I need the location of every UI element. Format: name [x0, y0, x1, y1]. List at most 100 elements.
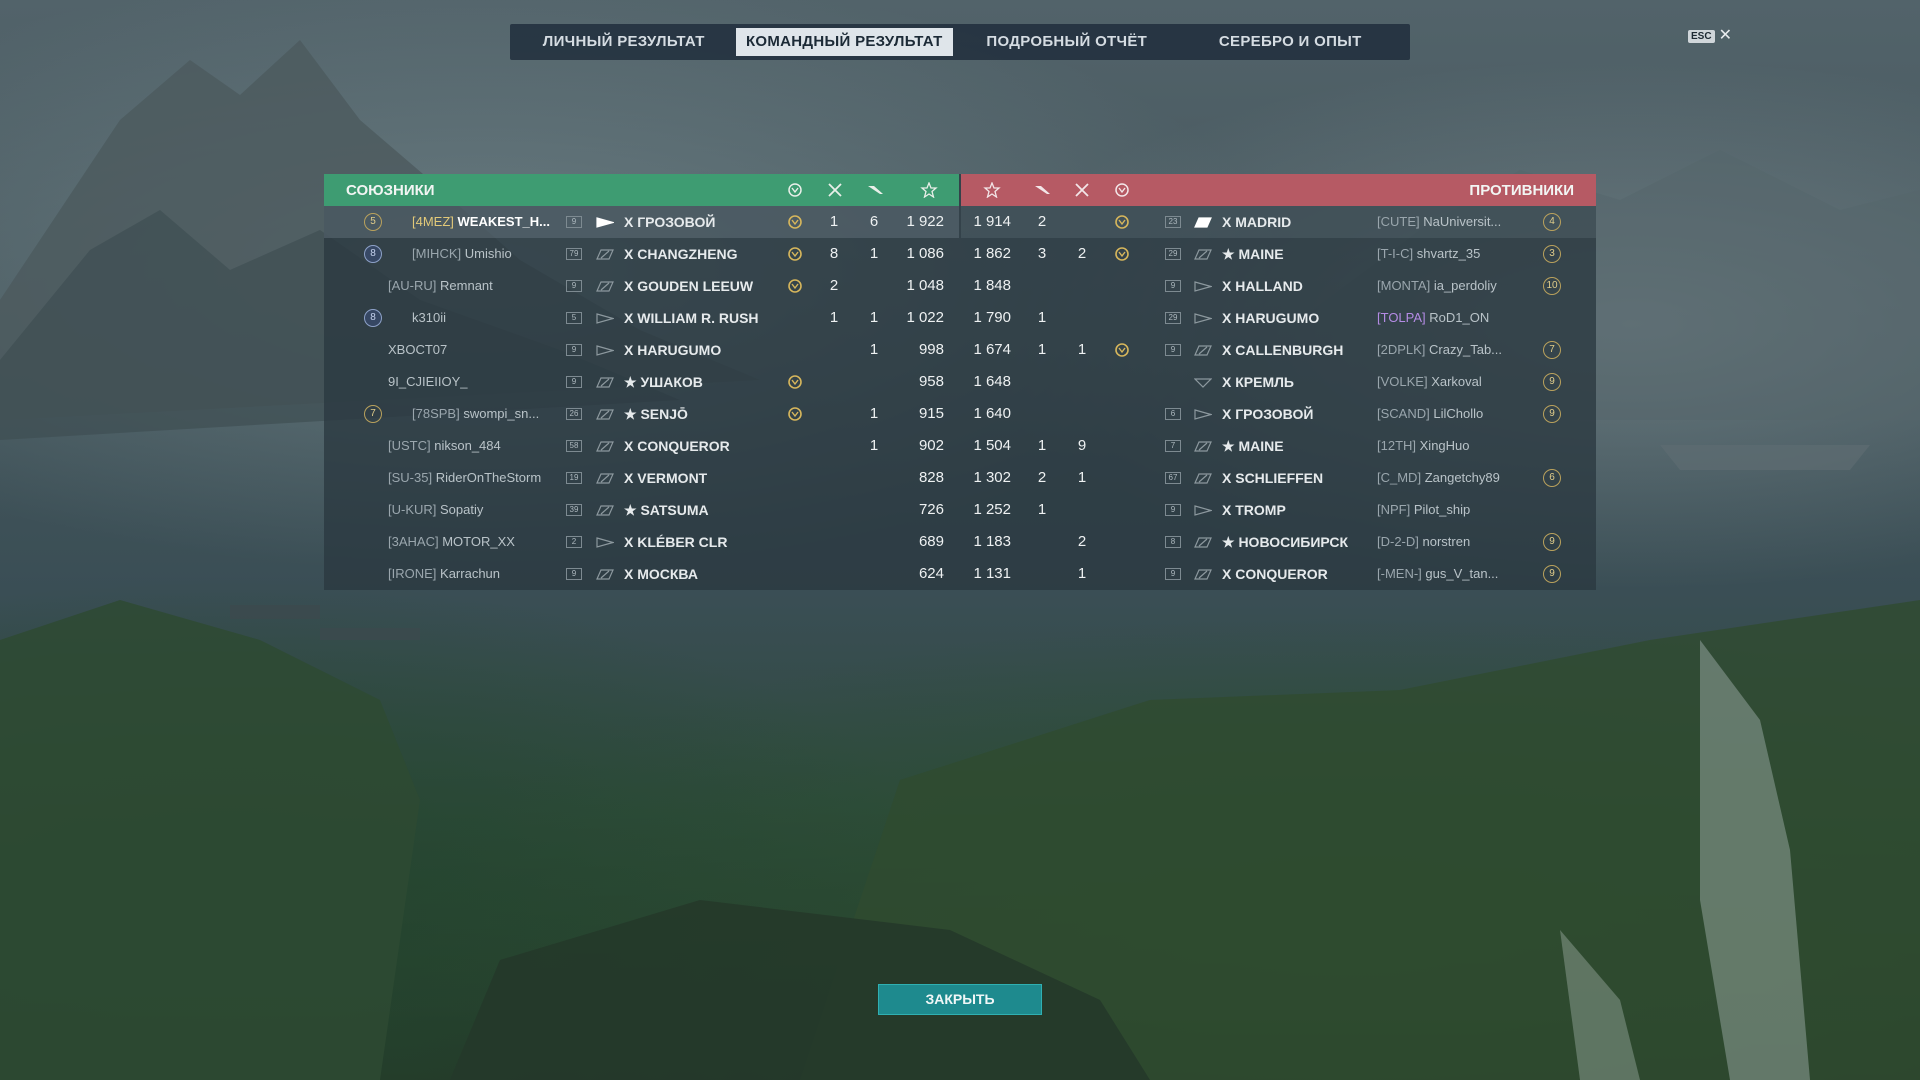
base-xp-value: 1 048 — [906, 277, 944, 294]
planes-value — [861, 462, 887, 494]
enemy-player-row[interactable]: 1 674 1 1 9 X CALLENBURGH [2DPLK] Crazy_Tab..… — [961, 334, 1596, 366]
clan-tag: [2DPLK] — [1377, 342, 1426, 357]
table-row: [U-KUR] Sopatiy 39 ★ SATSUMA 726 1 252 1 9 X TR… — [324, 494, 1596, 526]
planes-value: 1 — [869, 309, 879, 326]
clan-tag: [D-2-D] — [1377, 534, 1419, 549]
enemy-player-row[interactable]: 1 131 1 9 X CONQUEROR [-MEN-] gus_V_tan... 9 — [961, 558, 1596, 590]
enemy-player-row[interactable]: 1 183 2 8 ★ НОВОСИБИРСК [D-2-D] norstren 9 — [961, 526, 1596, 558]
enemy-player-row[interactable]: 1 302 2 1 67 X SCHLIEFFEN [C_MD] Zangetchy89 6 — [961, 462, 1596, 494]
ship-class-destroyer-icon — [1194, 409, 1212, 420]
clan-tag: [78SPB] — [412, 406, 460, 421]
player-name: LilChollo — [1433, 406, 1484, 421]
crown-medal-icon — [1115, 215, 1129, 229]
kills-value — [821, 526, 847, 558]
esc-close[interactable]: ESC ✕ — [1688, 28, 1732, 44]
planes-value: 1 — [1037, 341, 1047, 358]
enemy-player-row[interactable]: 1 504 1 9 7 ★ MAINE [12TH] XingHuo — [961, 430, 1596, 462]
base-xp-value: 828 — [918, 469, 944, 486]
ship-class-destroyer-icon — [596, 345, 614, 356]
ship-name: ★ MAINE — [1222, 438, 1284, 454]
kills-value: 1 — [1077, 565, 1087, 582]
enemy-player-row[interactable]: 1 862 3 2 29 ★ MAINE [T-I-C] shvartz_35 3 — [961, 238, 1596, 270]
player-name-cell: 9I_CJIEIIOY_ — [388, 366, 467, 398]
table-row: 5 [4MEZ] WEAKEST_H... 9 X ГРОЗОВОЙ 1 6 1 922 1 … — [324, 206, 1596, 238]
ship-name: X VERMONT — [624, 470, 708, 486]
ship-name: X GOUDEN LEEUW — [624, 278, 754, 294]
tab-team-result[interactable]: КОМАНДНЫЙ РЕЗУЛЬТАТ — [735, 28, 954, 56]
esc-key-label: ESC — [1688, 29, 1715, 43]
ship-level-badge: 67 — [1165, 472, 1181, 484]
ship-level-badge: 9 — [1165, 280, 1181, 292]
player-name-cell: [3AHAC] MOTOR_XX — [388, 526, 515, 558]
planes-value — [861, 526, 887, 558]
player-name-cell: [SCAND] LilChollo — [1377, 398, 1483, 430]
ally-player-row[interactable]: [IRONE] Karrachun 9 X МОСКВА 624 — [324, 558, 959, 590]
ship-class-battleship-icon — [596, 281, 614, 292]
enemy-player-row[interactable]: 1 640 6 X ГРОЗОВОЙ [SCAND] LilChollo 9 — [961, 398, 1596, 430]
player-name: Pilot_ship — [1413, 502, 1471, 517]
kills-value — [821, 366, 847, 398]
ship-level-badge: 58 — [566, 440, 582, 452]
ship-level-badge: 23 — [1165, 216, 1181, 228]
ally-player-row[interactable]: 8 [MIHCK] Umishio 79 X CHANGZHENG 8 1 1 086 — [324, 238, 959, 270]
planes-value: 2 — [1037, 213, 1047, 230]
kill-icon — [1075, 183, 1089, 197]
ship-name: X SCHLIEFFEN — [1222, 470, 1324, 486]
ally-player-row[interactable]: 5 [4MEZ] WEAKEST_H... 9 X ГРОЗОВОЙ 1 6 1 922 — [324, 206, 959, 238]
kills-value: 1 — [829, 213, 839, 230]
ally-player-row[interactable]: [U-KUR] Sopatiy 39 ★ SATSUMA 726 — [324, 494, 959, 526]
close-icon[interactable]: ✕ — [1719, 28, 1732, 44]
player-name: MOTOR_XX — [442, 534, 515, 549]
close-button[interactable]: ЗАКРЫТЬ — [878, 984, 1042, 1015]
base-xp-value: 1 640 — [973, 405, 1011, 422]
ship-name: X HALLAND — [1222, 278, 1303, 294]
tab-personal-result[interactable]: ЛИЧНЫЙ РЕЗУЛЬТАТ — [516, 28, 732, 56]
star-icon — [920, 182, 938, 198]
planes-value — [861, 494, 887, 526]
player-name-cell: [U-KUR] Sopatiy — [388, 494, 483, 526]
ally-player-row[interactable]: 7 [78SPB] swompi_sn... 26 ★ SENJŌ 1 915 — [324, 398, 959, 430]
ship-name: X KLÉBER CLR — [624, 534, 728, 550]
enemy-player-row[interactable]: 1 648 X КРЕМЛЬ [VOLKE] Xarkoval 9 — [961, 366, 1596, 398]
ally-player-row[interactable]: 9I_CJIEIIOY_ 9 ★ УШАКОВ 958 — [324, 366, 959, 398]
player-name-cell: [12TH] XingHuo — [1377, 430, 1470, 462]
enemy-player-row[interactable]: 1 848 9 X HALLAND [MONTA] ia_perdoliy 10 — [961, 270, 1596, 302]
base-xp-value: 1 252 — [973, 501, 1011, 518]
ally-player-row[interactable]: [3AHAC] MOTOR_XX 2 X KLÉBER CLR 689 — [324, 526, 959, 558]
tab-detailed-report[interactable]: ПОДРОБНЫЙ ОТЧЁТ — [957, 28, 1176, 56]
player-name-cell: [-MEN-] gus_V_tan... — [1377, 558, 1498, 590]
ship-level-badge: 9 — [566, 216, 582, 228]
ship-class-destroyer-icon — [1194, 313, 1212, 324]
enemy-player-row[interactable]: 1 914 2 23 X MADRID [CUTE] NaUniversit... 4 — [961, 206, 1596, 238]
kills-value: 2 — [1077, 533, 1087, 550]
ally-player-row[interactable]: [AU-RU] Remnant 9 X GOUDEN LEEUW 2 1 048 — [324, 270, 959, 302]
table-row: [3AHAC] MOTOR_XX 2 X KLÉBER CLR 689 1 183 2 8 ★… — [324, 526, 1596, 558]
player-name: Xarkoval — [1431, 374, 1482, 389]
crown-medal-icon — [1115, 183, 1129, 197]
table-row: [IRONE] Karrachun 9 X МОСКВА 624 1 131 1 9 X CO… — [324, 558, 1596, 590]
ally-player-row[interactable]: [USTC] nikson_484 58 X CONQUEROR 1 902 — [324, 430, 959, 462]
base-xp-value: 1 022 — [906, 309, 944, 326]
base-xp-value: 998 — [918, 341, 944, 358]
enemy-player-row[interactable]: 1 790 1 29 X HARUGUMO [TOLPA] RoD1_ON — [961, 302, 1596, 334]
ship-level-badge: 5 — [566, 312, 582, 324]
enemies-header: ПРОТИВНИКИ — [961, 174, 1596, 206]
rank-badge: 9 — [1543, 533, 1561, 551]
player-name-cell: [MONTA] ia_perdoliy — [1377, 270, 1497, 302]
enemy-player-row[interactable]: 1 252 1 9 X TROMP [NPF] Pilot_ship — [961, 494, 1596, 526]
base-xp-value: 958 — [918, 373, 944, 390]
base-xp-value: 624 — [918, 565, 944, 582]
ship-name: X TROMP — [1222, 502, 1286, 518]
ship-class-carrier-icon — [1194, 378, 1212, 388]
ship-level-badge: 6 — [1165, 408, 1181, 420]
player-name: norstren — [1422, 534, 1471, 549]
ally-player-row[interactable]: [SU-35] RiderOnTheStorm 19 X VERMONT 828 — [324, 462, 959, 494]
tab-silver-and-xp[interactable]: СЕРЕБРО И ОПЫТ — [1181, 28, 1400, 56]
ally-player-row[interactable]: 8 k310ii 5 X WILLIAM R. RUSH 1 1 1 022 — [324, 302, 959, 334]
crown-medal-icon — [788, 183, 802, 197]
base-xp-value: 1 922 — [906, 213, 944, 230]
player-name-cell: XBOCT07 — [388, 334, 447, 366]
planes-value — [861, 366, 887, 398]
clan-tag: [TOLPA] — [1377, 310, 1426, 325]
ally-player-row[interactable]: XBOCT07 9 X HARUGUMO 1 998 — [324, 334, 959, 366]
